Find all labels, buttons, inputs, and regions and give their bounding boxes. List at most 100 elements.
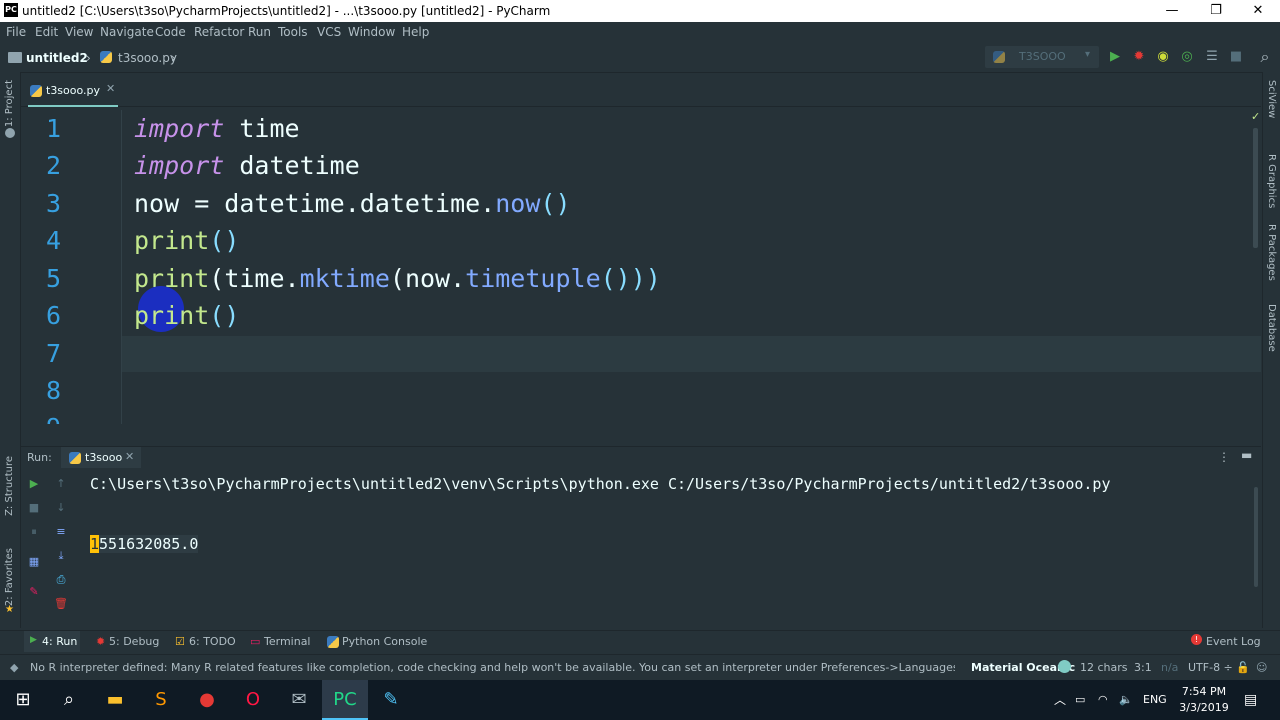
run-panel-header: Run: t3sooo ✕ ⋮ ▬ [21,446,1261,469]
menu-refactor[interactable]: Refactor [194,25,244,39]
line-number: 6 [45,301,61,330]
code-text: (time. [209,264,300,293]
profile-icon[interactable]: ◎ [1178,48,1196,66]
soft-wrap-icon[interactable]: ≡ [54,525,68,539]
notepad-icon[interactable]: ✎ [368,680,414,720]
notifications-icon[interactable]: ☺ [1256,661,1267,674]
scroll-to-end-icon[interactable]: ⤓ [54,549,68,563]
file-explorer-icon[interactable]: ▬ [92,680,138,720]
function-call: timetuple [465,264,601,293]
menu-vcs[interactable]: VCS [317,25,341,39]
menu-tools[interactable]: Tools [278,25,308,39]
wifi-icon[interactable]: ◠ [1098,680,1108,720]
more-options-icon[interactable]: ⋮ [1218,450,1230,464]
line-separator[interactable]: n/a [1161,661,1178,674]
python-file-icon [100,51,112,63]
menu-file[interactable]: File [6,25,26,39]
file-encoding[interactable]: UTF-8 ÷ [1188,661,1233,674]
todo-tool-tab[interactable]: 6: TODO [189,635,236,648]
restore-button[interactable]: ❐ [1194,0,1238,22]
windows-start-icon[interactable]: ⊞ [0,680,46,720]
run-configuration-select[interactable]: T3SOOO ▾ [985,46,1099,68]
line-number: 7 [45,339,61,368]
pause-icon[interactable]: ⏸ [27,525,41,539]
menu-run[interactable]: Run [248,25,271,39]
event-log-error-icon: ! [1191,634,1202,645]
menu-edit[interactable]: Edit [35,25,58,39]
theme-badge-icon [1058,660,1071,673]
lock-icon[interactable]: 🔓 [1236,661,1250,674]
close-tab-icon[interactable]: ✕ [106,82,115,95]
tool-windows-icon[interactable]: ◆ [10,661,18,674]
project-tool-button[interactable]: 1: Project [4,80,15,127]
scroll-up-icon[interactable]: ↑ [54,477,68,491]
sublime-text-icon[interactable]: S [138,680,184,720]
run-tool-tab[interactable]: ▶ 4: Run [24,631,80,652]
terminal-tool-tab[interactable]: Terminal [264,635,311,648]
opera-browser-icon[interactable]: O [230,680,276,720]
debug-icon: ✹ [96,635,106,648]
hide-panel-icon[interactable]: ▬ [1241,448,1252,462]
current-line-highlight [121,336,1261,372]
function-call: mktime [299,264,390,293]
editor-tab[interactable]: t3sooo.py ✕ [28,78,118,107]
search-everywhere-icon[interactable]: ⌕ [1256,48,1274,66]
action-center-icon[interactable]: ▤ [1244,680,1257,720]
concurrency-icon[interactable]: ☰ [1203,48,1221,66]
layout-icon[interactable]: ▦ [27,555,41,569]
menu-code[interactable]: Code [155,25,186,39]
structure-tool-button[interactable]: Z: Structure [4,456,15,516]
breadcrumb-project[interactable]: untitled2 [26,51,88,65]
run-tool-label: 4: Run [42,635,78,648]
record-app-icon[interactable]: ● [184,680,230,720]
run-output: 1551632085.0 [90,535,199,553]
code-editor[interactable]: ✓ 1 2 3 4 5 6 7 8 9 import time import d… [21,110,1261,424]
stop-icon[interactable]: ■ [1227,48,1245,66]
battery-icon[interactable]: ▭ [1075,680,1085,720]
sciview-tool-button[interactable]: SciView [1266,80,1277,118]
clear-all-icon[interactable]: 🗑 [54,597,68,611]
input-language[interactable]: ENG [1143,680,1167,720]
debug-tool-tab[interactable]: 5: Debug [109,635,159,648]
inspection-ok-icon: ✓ [1251,110,1261,123]
python-file-icon [30,85,42,97]
scroll-down-icon[interactable]: ↓ [54,501,68,515]
search-icon[interactable]: ⌕ [46,680,92,720]
rerun-icon[interactable]: ▶ [27,477,41,491]
menu-window[interactable]: Window [348,25,395,39]
console-scrollbar[interactable] [1254,487,1258,587]
stop-run-icon[interactable]: ■ [27,501,41,515]
pycharm-taskbar-icon[interactable]: PC [322,680,368,720]
show-hidden-icons-icon[interactable]: ︿ [1054,680,1066,720]
pin-tab-icon[interactable]: ✎ [27,585,41,599]
status-message[interactable]: No R interpreter defined: Many R related… [30,661,955,674]
minimize-button[interactable]: — [1150,0,1194,22]
menu-view[interactable]: View [65,25,93,39]
menu-help[interactable]: Help [402,25,429,39]
caret-position[interactable]: 3:1 [1134,661,1152,674]
r-graphics-tool-button[interactable]: R Graphics [1266,154,1277,208]
run-icon[interactable]: ▶ [1106,48,1124,66]
close-window-button[interactable]: ✕ [1236,0,1280,22]
run-console[interactable]: ▶ ↑ ■ ↓ ⏸ ≡ ▦ ⤓ ⎙ ✎ 🗑 C:\Users\t3so\Pych… [21,469,1261,629]
system-clock[interactable]: 7:54 PM 3/3/2019 [1176,684,1232,716]
print-icon[interactable]: ⎙ [54,573,68,587]
database-tool-button[interactable]: Database [1266,304,1277,352]
menu-bar: File Edit View Navigate Code Refactor Ru… [0,22,1280,42]
run-tab[interactable]: t3sooo ✕ [61,447,141,468]
line-number-gutter: 1 2 3 4 5 6 7 8 9 [21,110,121,424]
mail-app-icon[interactable]: ✉ [276,680,322,720]
python-console-tool-tab[interactable]: Python Console [342,635,427,648]
line-number: 8 [45,376,61,405]
coverage-icon[interactable]: ◉ [1154,48,1172,66]
r-packages-tool-button[interactable]: R Packages [1266,224,1277,281]
menu-navigate[interactable]: Navigate [100,25,154,39]
close-tab-icon[interactable]: ✕ [125,450,134,463]
favorites-tool-button[interactable]: 2: Favorites [4,548,15,606]
debug-icon[interactable]: ✹ [1130,48,1148,66]
event-log-tool-tab[interactable]: Event Log [1206,635,1261,648]
editor-scrollbar[interactable] [1253,128,1258,248]
volume-icon[interactable]: 🔈 [1119,680,1133,720]
pycharm-logo-icon: PC [4,3,18,17]
breadcrumb-file[interactable]: t3sooo.py [118,51,177,65]
